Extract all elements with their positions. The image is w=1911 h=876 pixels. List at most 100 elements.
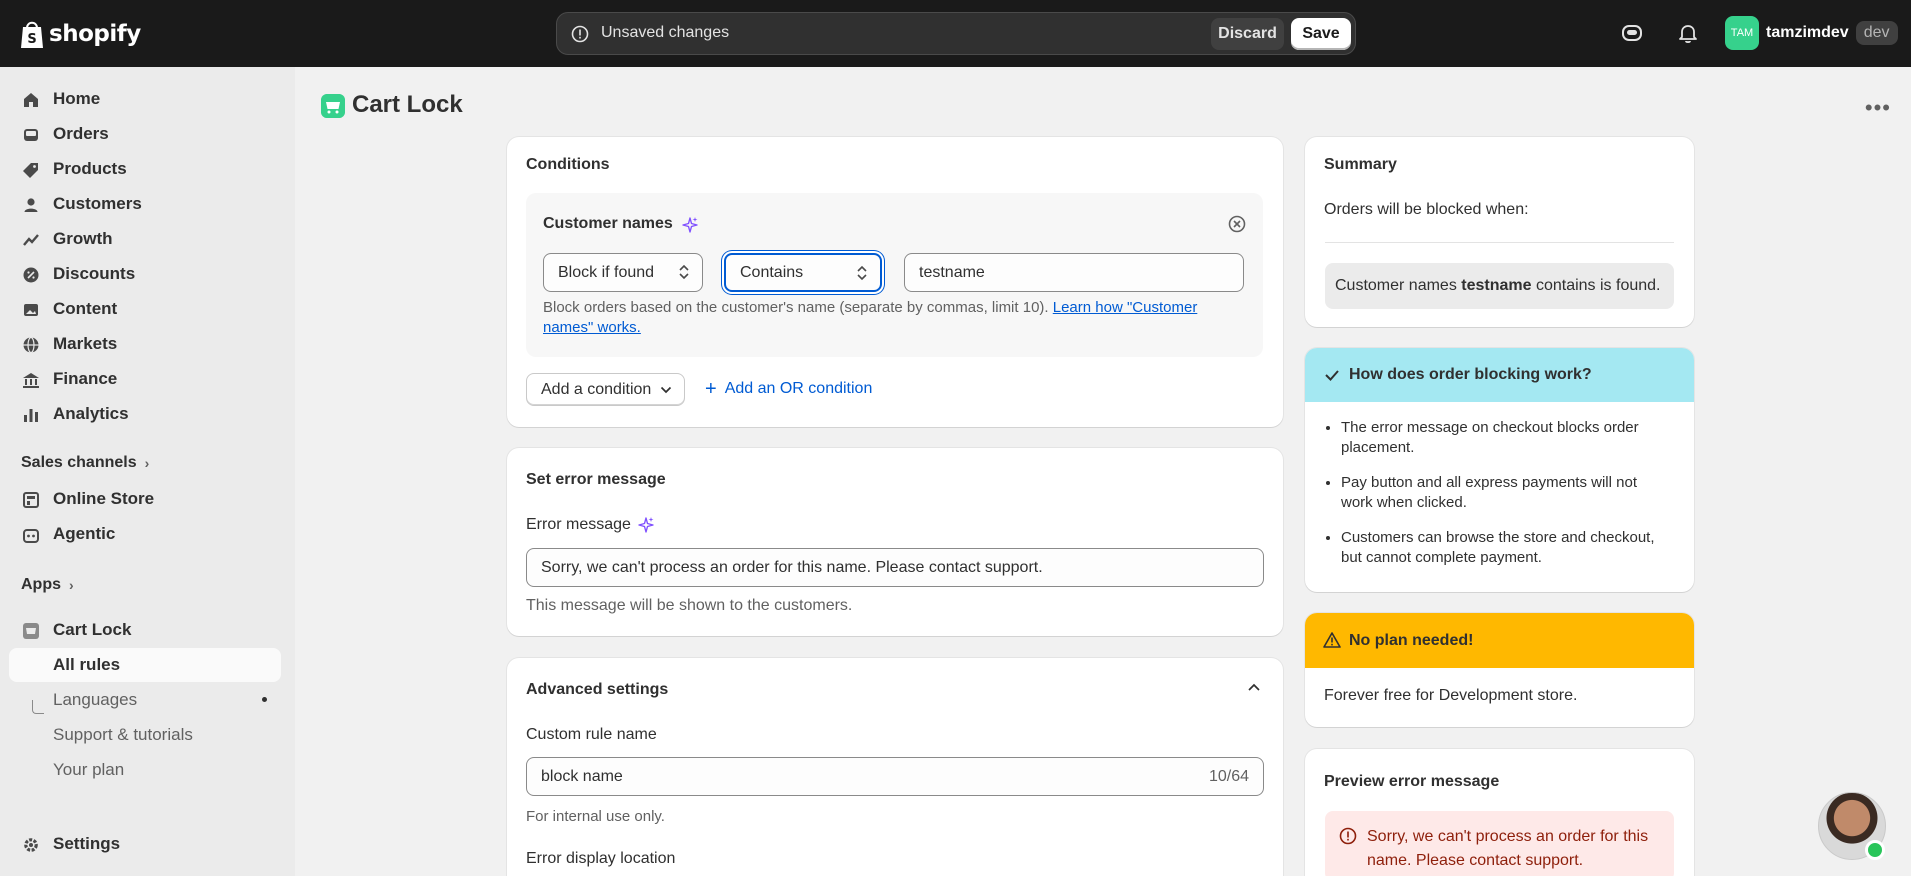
brand-wordmark: shopify <box>49 21 141 47</box>
preview-error-text: Sorry, we can't process an order for thi… <box>1367 828 1649 869</box>
sidebar-item-label: Home <box>53 89 101 108</box>
operator-select-value: Contains <box>740 263 804 281</box>
sidebar-item-orders[interactable]: Orders <box>9 117 281 151</box>
sidebar-item-markets[interactable]: Markets <box>9 327 281 361</box>
sidebar-item-agentic[interactable]: Agentic <box>9 517 281 551</box>
error-message-input[interactable]: Sorry, we can't process an order for thi… <box>526 548 1264 587</box>
store-badge: dev <box>1855 21 1898 45</box>
condition-helper-body: Block orders based on the customer's nam… <box>543 299 1053 316</box>
alert-circle-icon <box>571 25 589 43</box>
sidebar-item-home[interactable]: Home <box>9 82 281 116</box>
display-location-label: Error display location <box>526 850 676 867</box>
sidebar-item-label: Discounts <box>53 264 136 283</box>
save-button[interactable]: Save <box>1291 18 1351 50</box>
operator-select[interactable]: Contains <box>724 253 882 292</box>
sidebar-item-support[interactable]: Support & tutorials <box>9 718 281 752</box>
remove-condition-icon[interactable] <box>1228 215 1246 233</box>
sidebar-item-growth[interactable]: Growth <box>9 222 281 256</box>
user-avatar: TAM <box>1725 16 1759 50</box>
add-condition-label: Add a condition <box>541 380 652 398</box>
sidebar-item-all-rules[interactable]: All rules <box>9 648 281 682</box>
shopify-bag-icon: S <box>21 21 43 48</box>
sidebar-item-cart-lock[interactable]: Cart Lock <box>9 613 281 647</box>
chevron-up-icon[interactable] <box>1247 681 1261 693</box>
error-message-label: Error message <box>526 516 631 533</box>
sidebar-item-your-plan[interactable]: Your plan <box>9 753 281 787</box>
sidebar-item-label: Settings <box>53 834 121 853</box>
sales-channels-heading[interactable]: Sales channels › <box>21 454 149 472</box>
how-it-works-list: The error message on checkout blocks ord… <box>1341 418 1671 583</box>
advanced-settings-card: Advanced settings Custom rule name block… <box>507 658 1283 876</box>
image-icon <box>24 304 38 316</box>
preview-error-banner: Sorry, we can't process an order for thi… <box>1325 811 1674 876</box>
sidebar-item-online-store[interactable]: Online Store <box>9 482 281 516</box>
summary-rule-pre: Customer names <box>1335 277 1462 294</box>
summary-intro: Orders will be blocked when: <box>1324 201 1529 218</box>
sidebar-item-settings[interactable]: Settings <box>9 827 281 861</box>
sidebar-item-discounts[interactable]: Discounts <box>9 257 281 291</box>
conditions-title: Conditions <box>526 156 610 173</box>
alert-circle-icon <box>1339 827 1357 845</box>
how-it-works-title: How does order blocking work? <box>1349 366 1592 383</box>
discard-button[interactable]: Discard <box>1211 18 1284 50</box>
rule-name-value: block name <box>541 767 623 785</box>
home-icon <box>24 93 38 107</box>
discount-icon <box>23 267 39 283</box>
customer-names-input[interactable]: testname <box>904 253 1244 292</box>
how-it-works-card: How does order blocking work? The error … <box>1305 348 1694 592</box>
cart-lock-app-icon <box>23 623 39 639</box>
sidebar-item-analytics[interactable]: Analytics <box>9 397 281 431</box>
condition-group-title: Customer names <box>543 215 673 232</box>
robot-icon <box>23 529 39 543</box>
store-icon <box>23 492 39 508</box>
sidebar-item-products[interactable]: Products <box>9 152 281 186</box>
svg-text:S: S <box>27 32 36 47</box>
sidebar-item-languages[interactable]: Languages <box>9 683 281 717</box>
globe-icon <box>23 336 39 354</box>
chevron-down-icon <box>660 386 672 394</box>
preview-title: Preview error message <box>1324 773 1500 790</box>
shopify-logo[interactable]: S shopify <box>19 16 141 52</box>
gear-icon <box>24 838 38 852</box>
sidebar-item-customers[interactable]: Customers <box>9 187 281 221</box>
tag-icon <box>23 163 38 178</box>
summary-title: Summary <box>1324 156 1397 173</box>
apps-heading[interactable]: Apps › <box>21 576 74 594</box>
add-or-condition-label: Add an OR condition <box>724 380 873 397</box>
sidebar-item-label: Orders <box>53 124 109 143</box>
user-menu[interactable]: TAM tamzimdev dev <box>1725 16 1898 50</box>
sparkle-icon[interactable] <box>637 516 655 534</box>
sparkle-icon[interactable] <box>681 216 699 234</box>
sidebar-item-label: Agentic <box>53 524 116 543</box>
sidebar-item-label: Finance <box>53 369 118 388</box>
plus-icon: + <box>705 378 717 400</box>
select-arrows-icon <box>857 265 867 281</box>
growth-icon <box>23 234 39 246</box>
more-actions-icon[interactable]: ••• <box>1865 95 1891 121</box>
error-message-value: Sorry, we can't process an order for thi… <box>541 558 1043 576</box>
sidebar-item-label: Your plan <box>53 760 125 779</box>
summary-card: Summary Orders will be blocked when: Cus… <box>1305 137 1694 327</box>
bank-icon <box>23 373 39 388</box>
error-message-helper: This message will be shown to the custom… <box>526 597 853 614</box>
bar-chart-icon <box>24 409 38 422</box>
add-or-condition-button[interactable]: + Add an OR condition <box>705 378 873 400</box>
bell-icon[interactable] <box>1677 22 1699 44</box>
rule-name-input[interactable]: block name 10/64 <box>526 757 1264 796</box>
top-bar: S shopify Unsaved changes Discard Save T… <box>0 0 1911 67</box>
action-select[interactable]: Block if found <box>543 253 703 292</box>
sidebar-item-finance[interactable]: Finance <box>9 362 281 396</box>
rule-name-helper: For internal use only. <box>526 808 665 825</box>
sidebar-item-content[interactable]: Content <box>9 292 281 326</box>
sidebar: Home Orders Products Customers Growth Di… <box>0 67 295 876</box>
sidebar-item-label: Markets <box>53 334 118 353</box>
plan-text: Forever free for Development store. <box>1324 687 1578 704</box>
add-condition-button[interactable]: Add a condition <box>526 373 685 406</box>
inbox-icon <box>24 129 38 141</box>
list-item: The error message on checkout blocks ord… <box>1341 418 1671 458</box>
condition-group: Customer names Block if found Contains t… <box>526 193 1263 357</box>
summary-rule-post: contains is found. <box>1531 277 1661 294</box>
how-it-works-header[interactable]: How does order blocking work? <box>1305 348 1694 402</box>
sidekick-icon[interactable] <box>1621 22 1643 44</box>
sidebar-item-label: Growth <box>53 229 113 248</box>
